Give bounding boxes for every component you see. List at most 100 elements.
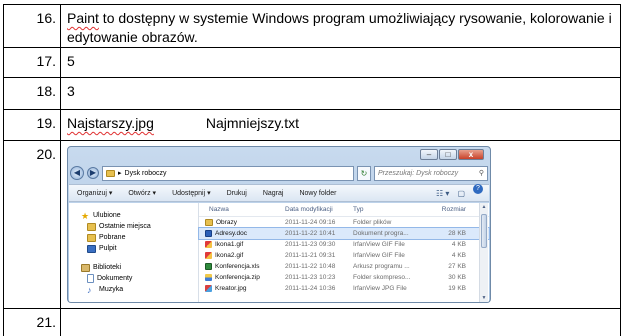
- open-button[interactable]: Otwórz ▾: [120, 184, 164, 203]
- nav-item-desktop[interactable]: Pulpit: [69, 243, 198, 254]
- file-type: Folder plików: [353, 219, 392, 226]
- word-file-icon: [205, 230, 212, 237]
- file-date: 2011-11-22 10:41: [285, 230, 336, 237]
- file-type: IrfanView JPG File: [353, 285, 407, 292]
- folder-file-icon: [205, 219, 213, 226]
- folder-icon: [87, 222, 96, 231]
- file-date: 2011-11-24 09:16: [285, 219, 336, 226]
- maximize-button[interactable]: □: [439, 149, 457, 160]
- file-name-text: Ikona2.gif: [215, 252, 244, 259]
- file-row[interactable]: Konferencja.xls 2011-11-22 10:48 Arkusz pr…: [199, 261, 489, 272]
- smallest-file-name: Najmniejszy.txt: [205, 115, 299, 131]
- file-size: 28 KB: [448, 230, 466, 237]
- nav-label: Biblioteki: [93, 264, 122, 271]
- zip-file-icon: [205, 274, 212, 281]
- file-name-text: Konferencja.zip: [215, 274, 260, 281]
- file-name-text: Kreator.jpg: [215, 285, 247, 292]
- answer-cell: 3: [60, 77, 621, 110]
- library-icon: [81, 263, 90, 272]
- column-size[interactable]: Rozmiar: [418, 200, 470, 219]
- folder-icon: [106, 169, 115, 177]
- help-icon[interactable]: ?: [473, 183, 483, 194]
- answer-cell: [60, 308, 621, 336]
- file-type: IrfanView GIF File: [353, 241, 405, 248]
- search-icon: ⚲: [478, 169, 484, 177]
- jpg-file-icon: [205, 285, 212, 292]
- file-name-text: Obrazy: [216, 219, 237, 226]
- file-name: Kreator.jpg: [199, 283, 285, 294]
- file-name: Ikona2.gif: [199, 250, 285, 261]
- download-icon: [87, 233, 96, 242]
- address-row: ◀ ▶ ▸ Dysk roboczy ↻ Przeszukaj: Dysk ro…: [70, 164, 488, 182]
- file-row[interactable]: Konferencja.zip 2011-11-23 10:23 Folder sk…: [199, 272, 489, 283]
- answer-row-18: 18. 3: [3, 77, 621, 110]
- desktop-icon: [87, 244, 96, 253]
- gif-file-icon: [205, 241, 212, 248]
- organize-button[interactable]: Organizuj ▾: [69, 184, 120, 203]
- file-type: Arkusz programu ...: [353, 263, 410, 270]
- address-arrow-icon: ▸: [118, 169, 122, 177]
- nav-label: Ulubione: [93, 212, 121, 219]
- file-name: Obrazy: [199, 217, 285, 228]
- nav-label: Ostatnie miejsca: [99, 223, 151, 230]
- file-name-text: Ikona1.gif: [215, 241, 244, 248]
- file-date: 2011-11-23 10:23: [285, 274, 336, 281]
- file-size: 27 KB: [448, 263, 466, 270]
- answer-table: 16. Paint to dostępny w systemie Windows…: [3, 4, 621, 336]
- answer-row-20: 20. – □ x ◀ ▶ ▸ Dysk roboczy ↻ Przeszuka…: [3, 140, 621, 309]
- file-row[interactable]: Adresy.doc 2011-11-22 10:41 Dokument progr…: [198, 227, 490, 240]
- vertical-scrollbar[interactable]: ▲ ▼: [479, 203, 488, 302]
- file-row[interactable]: Ikona2.gif 2011-11-21 09:31 IrfanView GIF …: [199, 250, 489, 261]
- answer-cell: Najstarszy.jpg Najmniejszy.txt: [60, 109, 621, 141]
- file-type: Folder skompreso...: [353, 274, 411, 281]
- file-size: 4 KB: [451, 241, 466, 248]
- answer-row-19: 19. Najstarszy.jpg Najmniejszy.txt: [3, 109, 621, 141]
- answer-row-16: 16. Paint to dostępny w systemie Windows…: [3, 4, 621, 48]
- address-bar[interactable]: ▸ Dysk roboczy: [102, 165, 354, 181]
- answer-text: to dostępny w systemie Windows program u…: [67, 10, 612, 45]
- file-date: 2011-11-22 10:48: [285, 263, 336, 270]
- row-number: 20.: [3, 140, 61, 309]
- star-icon: ★: [81, 210, 90, 221]
- file-name: Konferencja.zip: [199, 272, 285, 283]
- nav-item-favorites[interactable]: ★ Ulubione: [69, 210, 198, 221]
- file-name: Konferencja.xls: [199, 261, 285, 272]
- scroll-up-icon[interactable]: ▲: [480, 203, 488, 212]
- close-button[interactable]: x: [458, 149, 484, 160]
- oldest-file-name: Najstarszy.jpg: [67, 115, 154, 131]
- file-list-header: Nazwa Data modyfikacji Typ Rozmiar: [199, 203, 489, 217]
- refresh-button[interactable]: ↻: [357, 165, 371, 181]
- screenshot-cell: – □ x ◀ ▶ ▸ Dysk roboczy ↻ Przeszukaj: D…: [60, 140, 621, 309]
- explorer-content: ★ Ulubione Ostatnie miejsca Pobrane Pulpi…: [69, 203, 490, 302]
- nav-item-libraries[interactable]: Biblioteki: [69, 262, 198, 273]
- file-type: Dokument progra...: [353, 230, 409, 237]
- answer-cell: Paint to dostępny w systemie Windows pro…: [60, 4, 621, 48]
- file-name: Adresy.doc: [199, 228, 285, 239]
- document-icon: [87, 274, 94, 283]
- file-size: 30 KB: [448, 274, 466, 281]
- answer-row-17: 17. 5: [3, 47, 621, 78]
- file-row[interactable]: Kreator.jpg 2011-11-24 10:36 IrfanView JPG…: [199, 283, 489, 294]
- minimize-button[interactable]: –: [420, 149, 438, 160]
- address-text: Dysk roboczy: [124, 169, 167, 177]
- file-rows: Obrazy 2011-11-24 09:16 Folder plików Adres…: [198, 217, 490, 294]
- nav-label: Pobrane: [99, 234, 126, 241]
- nav-item-recent[interactable]: Ostatnie miejsca: [69, 221, 198, 232]
- file-row[interactable]: Ikona1.gif 2011-11-23 09:30 IrfanView GIF …: [199, 239, 489, 250]
- file-name-text: Konferencja.xls: [215, 263, 260, 270]
- back-button[interactable]: ◀: [70, 166, 84, 180]
- answer-row-21: 21.: [3, 308, 621, 336]
- search-input[interactable]: Przeszukaj: Dysk roboczy ⚲: [374, 165, 488, 181]
- spellcheck-word: Paint: [67, 10, 99, 26]
- file-date: 2011-11-24 10:36: [285, 285, 336, 292]
- answer-cell: 5: [60, 47, 621, 78]
- nav-item-music[interactable]: ♪ Muzyka: [69, 284, 198, 295]
- file-size: 19 KB: [448, 285, 466, 292]
- gif-file-icon: [205, 252, 212, 259]
- scroll-down-icon[interactable]: ▼: [480, 294, 488, 302]
- scroll-thumb[interactable]: [481, 214, 487, 248]
- nav-item-downloads[interactable]: Pobrane: [69, 232, 198, 243]
- explorer-window: – □ x ◀ ▶ ▸ Dysk roboczy ↻ Przeszukaj: D…: [67, 146, 491, 303]
- forward-button[interactable]: ▶: [87, 167, 99, 179]
- nav-item-documents[interactable]: Dokumenty: [69, 273, 198, 284]
